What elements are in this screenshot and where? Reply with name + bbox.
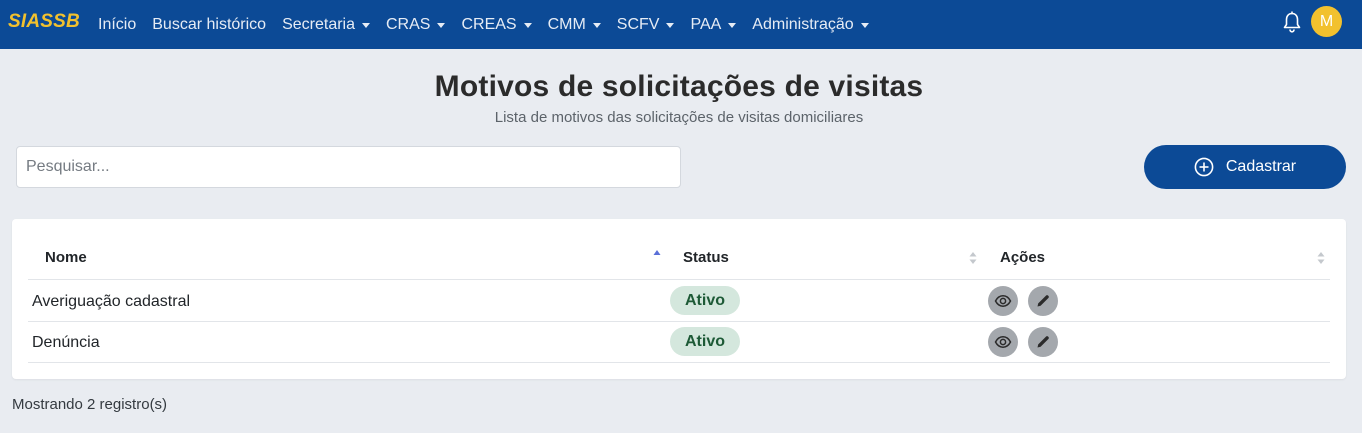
nav-item-scfv[interactable]: SCFV — [617, 16, 675, 34]
nav-item-administracao[interactable]: Administração — [752, 15, 869, 34]
nav-item-label: Administração — [752, 15, 854, 33]
page-title: Motivos de solicitações de visitas — [434, 70, 924, 103]
pencil-icon — [1037, 295, 1049, 307]
view-button[interactable] — [988, 286, 1018, 316]
column-header-status[interactable]: Status — [683, 249, 729, 266]
edit-button[interactable] — [1028, 327, 1058, 357]
table-card: Nome Status Ações Averiguação cadastral … — [12, 219, 1346, 379]
row-name: Denúncia — [32, 334, 100, 351]
nav-item-label: Início — [98, 15, 137, 33]
search-input[interactable] — [16, 146, 681, 188]
nav-item-inicio[interactable]: Início — [98, 16, 136, 34]
caret-down-icon — [523, 22, 532, 28]
nav-item-label: CRAS — [386, 15, 431, 33]
status-badge: Ativo — [670, 286, 740, 315]
pencil-icon — [1037, 336, 1049, 348]
top-navbar: SIASSB Início Buscar histórico Secretari… — [0, 0, 1362, 49]
nav-item-paa[interactable]: PAA — [690, 15, 737, 34]
caret-down-icon — [437, 22, 446, 28]
create-button-label: Cadastrar — [1225, 158, 1297, 175]
nav-item-label: Buscar histórico — [152, 15, 267, 33]
status-badge: Ativo — [670, 327, 740, 356]
column-header-nome[interactable]: Nome — [45, 249, 87, 266]
sort-icon[interactable] — [969, 250, 977, 266]
user-avatar[interactable]: M — [1311, 6, 1342, 37]
nav-item-creas[interactable]: CREAS — [461, 15, 532, 34]
nav-item-label: CREAS — [461, 15, 517, 33]
page-subtitle: Lista de motivos das solicitações de vis… — [494, 109, 864, 126]
records-count: Mostrando 2 registro(s) — [12, 396, 168, 413]
row-divider — [28, 321, 1330, 322]
view-button[interactable] — [988, 327, 1018, 357]
nav-item-buscar-historico[interactable]: Buscar histórico — [152, 16, 266, 34]
edit-button[interactable] — [1028, 286, 1058, 316]
brand-logo[interactable]: SIASSB — [8, 11, 80, 33]
eye-icon — [994, 336, 1012, 348]
nav-menu: Início Buscar histórico Secretaria CRAS … — [98, 0, 885, 49]
plus-circle-icon — [1194, 157, 1214, 177]
sort-icon[interactable] — [1317, 250, 1325, 266]
nav-item-cras[interactable]: CRAS — [386, 15, 446, 34]
nav-item-cmm[interactable]: CMM — [548, 16, 601, 34]
nav-item-label: SCFV — [616, 15, 660, 33]
caret-down-icon — [666, 22, 675, 28]
caret-down-icon — [728, 22, 737, 28]
caret-down-icon — [362, 22, 370, 28]
caret-down-icon — [860, 22, 869, 28]
row-name: Averiguação cadastral — [32, 293, 191, 310]
caret-down-icon — [592, 22, 601, 28]
nav-item-secretaria[interactable]: Secretaria — [282, 16, 370, 34]
header-divider — [28, 279, 1330, 280]
nav-item-label: PAA — [690, 15, 722, 33]
row-divider — [28, 362, 1330, 363]
nav-item-label: CMM — [547, 15, 586, 33]
create-button[interactable]: Cadastrar — [1144, 145, 1346, 189]
bell-icon[interactable] — [1282, 10, 1302, 34]
sort-asc-icon[interactable] — [653, 248, 661, 264]
eye-icon — [994, 295, 1012, 307]
column-header-acoes[interactable]: Ações — [1000, 249, 1045, 266]
nav-item-label: Secretaria — [282, 15, 355, 33]
